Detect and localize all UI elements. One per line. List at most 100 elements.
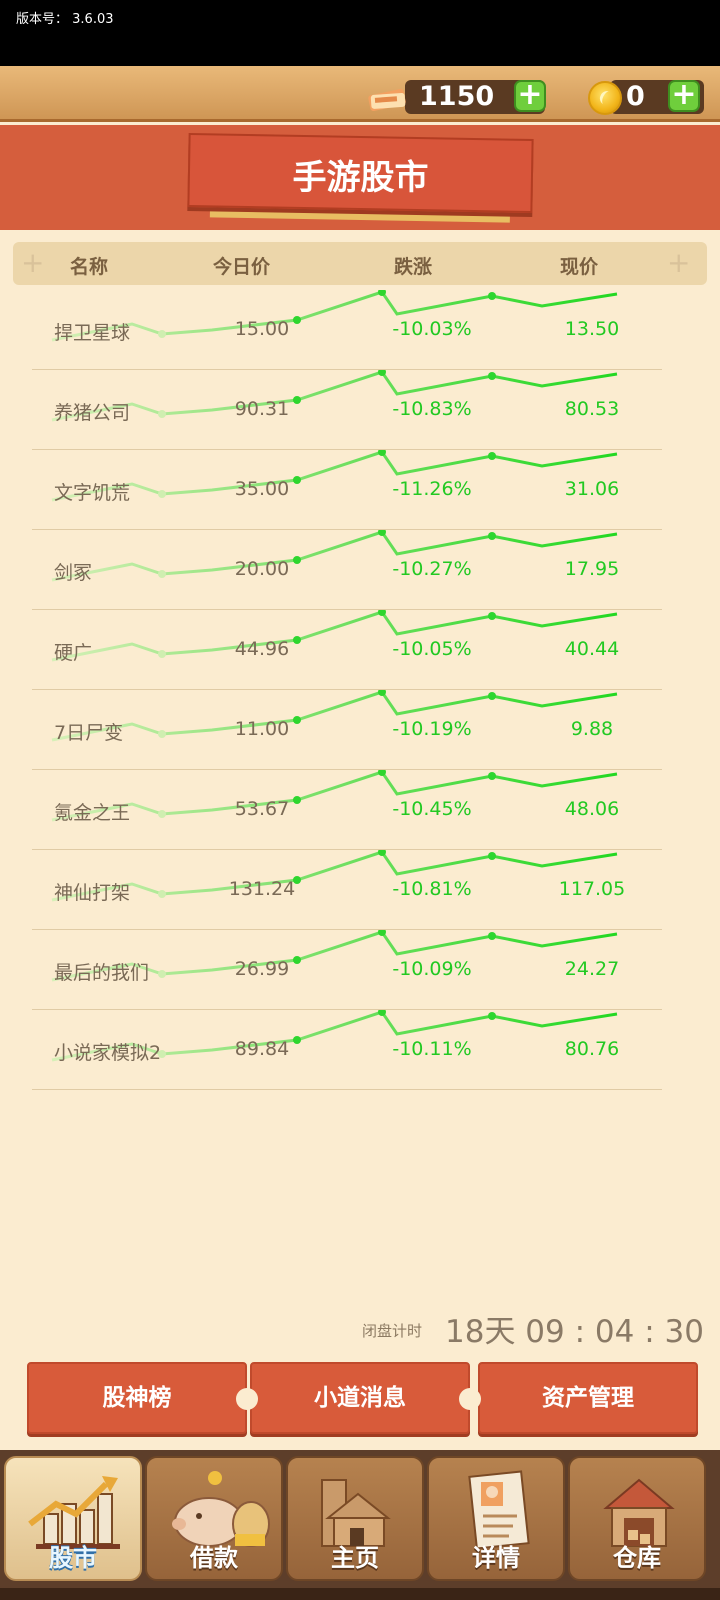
nav-label-warehouse: 仓库 [613,1544,661,1572]
stock-current-price: 31.06 [564,478,620,500]
trend-polyline [51,370,618,422]
trend-point [488,612,496,620]
table-row[interactable]: 最后的我们 26.99 -10.09% 24.27 [32,930,662,1010]
stock-current-price: 17.95 [564,558,620,580]
page-title: 手游股市 [292,158,429,198]
stock-current-price: 13.50 [564,318,620,340]
button-connector [236,1388,258,1410]
trend-point [488,452,496,460]
trend-polyline [51,770,618,822]
trend-point [158,330,166,338]
add-tickets-button[interactable]: + [514,80,546,112]
nav-footer-strip [0,1588,720,1600]
stock-name: 文字饥荒 [54,482,131,504]
stock-current-price: 40.44 [564,638,620,660]
table-row[interactable]: 7日尸变 11.00 -10.19% 9.88 [32,690,662,770]
trend-point [158,810,166,818]
stock-today-price: 35.00 [234,478,290,500]
stock-today-price: 15.00 [234,318,290,340]
stock-current-price: 9.88 [570,718,614,740]
nav-tab-warehouse[interactable]: 仓库 [568,1456,706,1581]
stock-name: 小说家模拟2 [54,1042,162,1064]
version-label: 版本号： [16,12,69,27]
stock-today-price: 44.96 [234,638,290,660]
coin-icon [588,81,622,115]
trend-point [488,852,496,860]
stock-current-price: 80.76 [564,1038,620,1060]
stock-name: 7日尸变 [54,722,124,744]
stock-name: 氪金之王 [54,802,131,824]
stock-today-price: 20.00 [234,558,290,580]
trend-point [488,532,496,540]
stock-name: 剑冢 [54,562,93,584]
nav-tab-home[interactable]: 主页 [286,1456,424,1581]
nav-tab-details[interactable]: 详情 [427,1456,565,1581]
button-connector [459,1388,481,1410]
table-row[interactable]: 文字饥荒 35.00 -11.26% 31.06 [32,450,662,530]
table-row[interactable]: 神仙打架 131.24 -10.81% 117.05 [32,850,662,930]
ticket-icon [368,88,406,112]
stock-current-price: 80.53 [564,398,620,420]
nav-label-details: 详情 [472,1544,520,1572]
table-row[interactable]: 硬广 44.96 -10.05% 40.44 [32,610,662,690]
nav-label-loan: 借款 [190,1544,238,1572]
stock-name: 捍卫星球 [54,322,131,344]
table-header: + 名称 今日价 跌涨 现价 + [13,242,707,285]
bottom-nav: 股市 借款 主页 详情 仓库 [0,1450,720,1600]
tickets-value: 1150 [419,81,495,112]
ranking-button[interactable]: 股神榜 [27,1362,247,1434]
stock-change: -10.45% [392,798,472,820]
nav-tab-loan[interactable]: 借款 [145,1456,283,1581]
trend-point [158,410,166,418]
news-button[interactable]: 小道消息 [250,1362,470,1434]
trend-point [158,490,166,498]
nav-tab-stocks[interactable]: 股市 [4,1456,142,1581]
trend-polyline [51,850,618,902]
table-row[interactable]: 氪金之王 53.67 -10.45% 48.06 [32,770,662,850]
header-current: 现价 [560,256,599,278]
stock-change: -10.11% [392,1038,472,1060]
asset-management-button[interactable]: 资产管理 [478,1362,698,1434]
trend-polyline [51,610,618,662]
header-decor-left: + [21,246,45,279]
stock-name: 硬广 [54,642,93,664]
stock-today-price: 131.24 [228,878,296,900]
stock-current-price: 24.27 [564,958,620,980]
stock-today-price: 90.31 [234,398,290,420]
table-row[interactable]: 捍卫星球 15.00 -10.03% 13.50 [32,290,662,370]
version-text: 版本号： 3.6.03 [16,8,114,27]
trend-point [488,772,496,780]
trend-point [488,692,496,700]
nav-label-home: 主页 [331,1544,379,1572]
stock-name: 最后的我们 [54,962,150,984]
header-change: 跌涨 [394,256,433,278]
countdown-value: 18天 09 : 04 : 30 [445,1314,704,1350]
stock-today-price: 89.84 [234,1038,290,1060]
trend-polyline [51,450,618,502]
stock-change: -10.27% [392,558,472,580]
stock-change: -10.83% [392,398,472,420]
table-row[interactable]: 剑冢 20.00 -10.27% 17.95 [32,530,662,610]
coins-value: 0 [626,81,645,112]
stock-change: -10.19% [392,718,472,740]
stock-change: -10.81% [392,878,472,900]
trend-point [158,650,166,658]
stock-today-price: 53.67 [234,798,290,820]
trend-point [488,932,496,940]
add-coins-button[interactable]: + [668,80,700,112]
table-row[interactable]: 养猪公司 90.31 -10.83% 80.53 [32,370,662,450]
trend-polyline [51,290,618,342]
trend-point [488,372,496,380]
stock-name: 神仙打架 [54,882,131,904]
version-number: 3.6.03 [72,12,114,27]
trend-point [158,730,166,738]
stock-change: -11.26% [392,478,472,500]
table-row[interactable]: 小说家模拟2 89.84 -10.11% 80.76 [32,1010,662,1090]
trend-point [158,890,166,898]
header-name: 名称 [70,256,109,278]
stock-today-price: 11.00 [234,718,290,740]
trend-polyline [51,690,618,742]
nav-label-stocks: 股市 [49,1544,97,1572]
stock-current-price: 117.05 [558,878,626,900]
stock-change: -10.09% [392,958,472,980]
